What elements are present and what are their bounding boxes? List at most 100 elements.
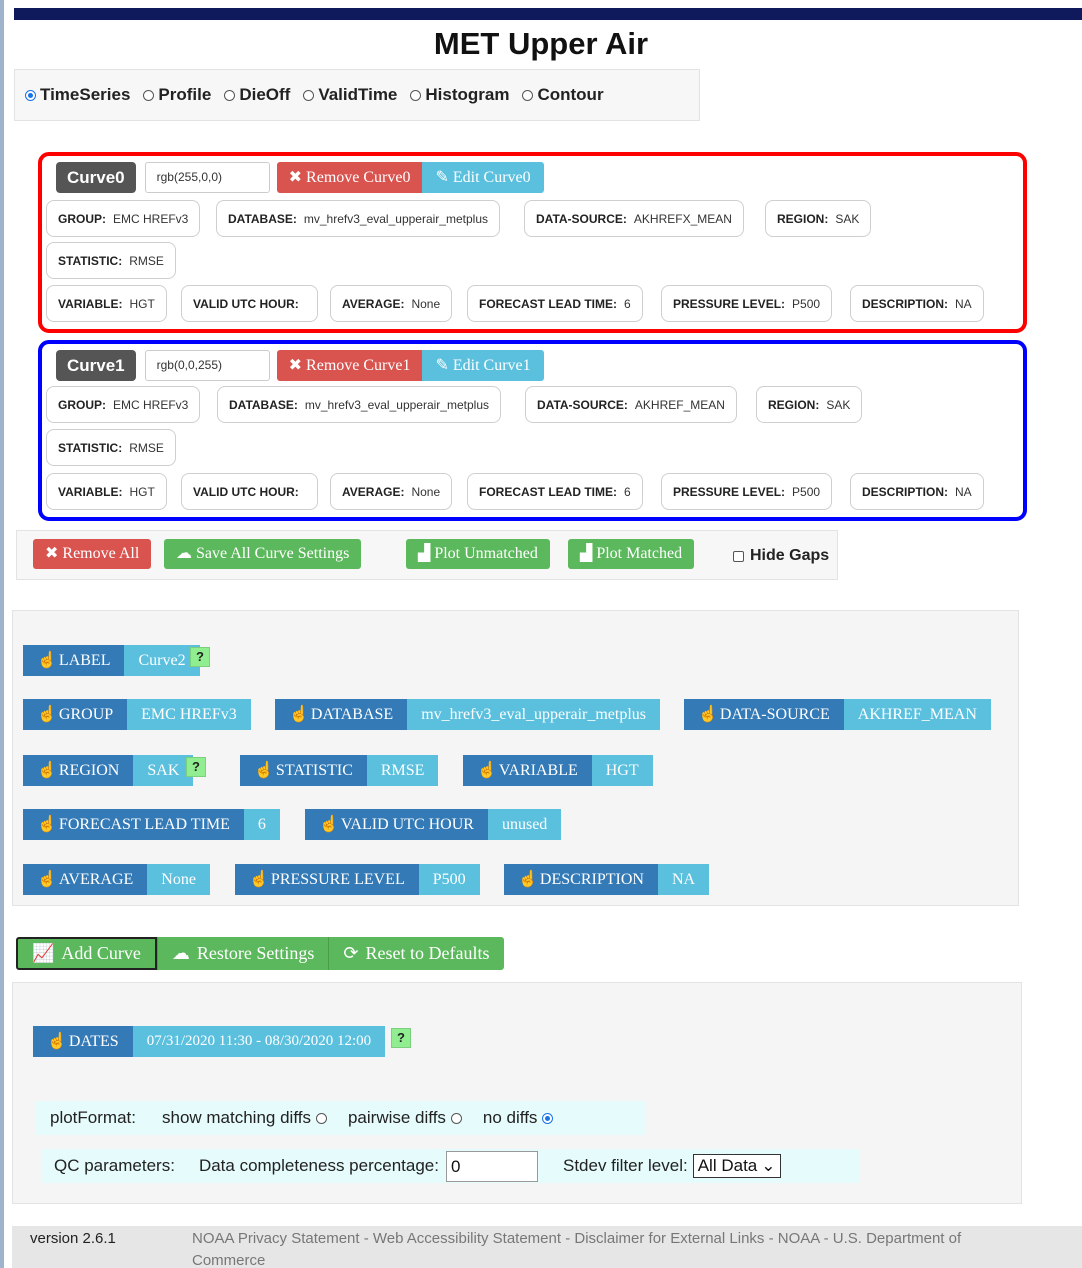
curve1-forecast-lead-time: FORECAST LEAD TIME: 6 [467,473,643,510]
pointer-icon: ☝ [249,871,269,888]
stdev-label: Stdev filter level: [562,1156,688,1175]
curve1-group: GROUP: EMC HREFv3 [46,386,201,423]
plot-format-pairwise-diffs[interactable]: pairwise diffs [348,1108,462,1128]
selector-valid-utc-hour[interactable]: ☝ VALID UTC HOUR unused [305,809,562,840]
footer-links[interactable]: NOAA Privacy Statement - Web Accessibili… [192,1228,1022,1268]
qc-parameters-row: QC parameters: Data completeness percent… [41,1149,859,1183]
curve1-data-source: DATA-SOURCE: AKHREF_MEAN [525,386,737,423]
refresh-icon: ⟳ [343,943,359,963]
radio-icon[interactable] [303,89,315,101]
pointer-icon: ☝ [37,762,57,779]
pointer-icon: ☝ [289,706,309,723]
selector-average[interactable]: ☝ AVERAGE None [23,864,210,895]
footer: version 2.6.1 NOAA Privacy Statement - W… [12,1226,1082,1268]
curve1-statistic: STATISTIC: RMSE [46,429,176,466]
selector-statistic[interactable]: ☝ STATISTIC RMSE [240,755,439,786]
selector-dates[interactable]: ☝ DATES 07/31/2020 11:30 - 08/30/2020 12:0… [33,1026,386,1057]
completeness-label: Data completeness percentage: [198,1156,439,1175]
add-curve-button[interactable]: 📈 Add Curve [16,937,157,970]
stdev-select[interactable]: All Data ⌄ [692,1154,781,1178]
reset-to-defaults-button[interactable]: ⟳ Reset to Defaults [328,937,504,970]
hide-gaps-toggle[interactable]: Hide Gaps [733,547,829,565]
radio-icon[interactable] [522,89,534,101]
selector-data-source[interactable]: ☝ DATA-SOURCE AKHREF_MEAN [684,699,991,730]
completeness-input[interactable]: 0 [445,1150,538,1182]
selector-forecast-lead-time[interactable]: ☝ FORECAST LEAD TIME 6 [23,809,280,840]
curve0-region: REGION: SAK [765,200,872,237]
radio-icon[interactable] [224,89,236,101]
selector-label[interactable]: ☝ LABEL Curve2 [23,645,200,676]
curve1-region: REGION: SAK [756,386,863,423]
edit-curve0-button[interactable]: ✎ Edit Curve0 [422,162,544,193]
cloud-icon: ☁ [176,545,196,562]
selector-description[interactable]: ☝ DESCRIPTION NA [504,864,710,895]
plot-type-contour[interactable]: Contour [522,85,604,105]
plot-format-no-diffs[interactable]: no diffs [483,1108,554,1128]
plot-matched-button[interactable]: ▟ Plot Matched [568,539,695,569]
plot-unmatched-button[interactable]: ▟ Plot Unmatched [406,539,550,569]
pointer-icon: ☝ [37,706,57,723]
plot-type-histogram[interactable]: Histogram [410,85,509,105]
page-title: MET Upper Air [433,26,649,61]
radio-icon[interactable] [25,89,36,101]
dates-help-icon[interactable]: ? [391,1028,411,1048]
plot-type-selector: TimeSeries Profile DieOff ValidTime Hist… [14,69,700,121]
remove-all-button[interactable]: ✖ Remove All [33,539,152,569]
selector-pressure-level[interactable]: ☝ PRESSURE LEVEL P500 [235,864,480,895]
dates-panel: ☝ DATES 07/31/2020 11:30 - 08/30/2020 12:0… [12,982,1022,1204]
radio-icon[interactable] [542,1112,554,1124]
curve1-database: DATABASE: mv_hrefv3_eval_upperair_metplus [217,386,501,423]
close-icon: ✖ [288,169,307,186]
pointer-icon: ☝ [518,871,538,888]
curve-actions-group: 📈 Add Curve ☁ Restore Settings ⟳ Reset to D… [16,937,504,970]
edit-icon: ✎ [435,169,453,186]
curve1-panel: Curve1 rgb(0,0,255) ✖ Remove Curve1 ✎ Ed… [38,340,1027,521]
selector-region[interactable]: ☝ REGION SAK [23,755,194,786]
version-text: version 2.6.1 [30,1230,116,1247]
pointer-icon: ☝ [37,871,57,888]
close-icon: ✖ [288,357,307,374]
restore-settings-button[interactable]: ☁ Restore Settings [156,937,329,970]
curve0-panel: Curve0 rgb(255,0,0) ✖ Remove Curve0 ✎ Ed… [38,152,1027,333]
selector-group[interactable]: ☝ GROUP EMC HREFv3 [23,699,251,730]
plot-type-dieoff[interactable]: DieOff [224,85,290,105]
plot-format-show-matching-diffs[interactable]: show matching diffs [162,1108,327,1128]
pointer-icon: ☝ [319,816,339,833]
area-chart-icon: ▟ [580,545,597,562]
curve0-valid-utc-hour: VALID UTC HOUR: [181,285,318,322]
curve0-variable: VARIABLE: HGT [46,285,167,322]
curve1-header: Curve1 rgb(0,0,255) ✖ Remove Curve1 ✎ Ed… [56,350,544,381]
selector-database[interactable]: ☝ DATABASE mv_hrefv3_eval_upperair_metplus [275,699,661,730]
remove-curve1-button[interactable]: ✖ Remove Curve1 [276,350,423,381]
radio-icon[interactable] [143,89,155,101]
radio-icon[interactable] [410,89,422,101]
curve0-group: GROUP: EMC HREFv3 [46,200,201,237]
curve0-color-input[interactable]: rgb(255,0,0) [144,162,270,193]
curve0-header: Curve0 rgb(255,0,0) ✖ Remove Curve0 ✎ Ed… [56,162,544,193]
hide-gaps-checkbox[interactable] [733,550,744,562]
radio-icon[interactable] [315,1112,327,1124]
edit-curve1-button[interactable]: ✎ Edit Curve1 [422,350,544,381]
curve0-forecast-lead-time: FORECAST LEAD TIME: 6 [467,285,643,322]
left-border [0,0,4,1268]
curve1-color-input[interactable]: rgb(0,0,255) [144,350,270,381]
region-help-icon[interactable]: ? [186,757,206,777]
curve0-statistic: STATISTIC: RMSE [46,242,176,279]
area-chart-icon: ▟ [418,545,435,562]
close-icon: ✖ [45,545,63,562]
curve-selectors-panel: ☝ LABEL Curve2 ? ☝ GROUP EMC HREFv3 ☝ DATABAS… [12,610,1019,906]
remove-curve0-button[interactable]: ✖ Remove Curve0 [276,162,423,193]
curve0-database: DATABASE: mv_hrefv3_eval_upperair_metplus [216,200,500,237]
plot-type-validtime[interactable]: ValidTime [303,85,397,105]
label-help-icon[interactable]: ? [190,647,210,667]
pointer-icon: ☝ [37,816,57,833]
curve1-name-badge: Curve1 [56,350,136,381]
plot-type-timeseries[interactable]: TimeSeries [25,85,130,105]
curve1-valid-utc-hour: VALID UTC HOUR: [181,473,318,510]
save-all-curve-settings-button[interactable]: ☁ Save All Curve Settings [164,539,362,569]
plot-type-profile[interactable]: Profile [143,85,211,105]
radio-icon[interactable] [450,1112,462,1124]
selector-variable[interactable]: ☝ VARIABLE HGT [463,755,653,786]
curve1-average: AVERAGE: None [330,473,453,510]
curve0-average: AVERAGE: None [330,285,453,322]
